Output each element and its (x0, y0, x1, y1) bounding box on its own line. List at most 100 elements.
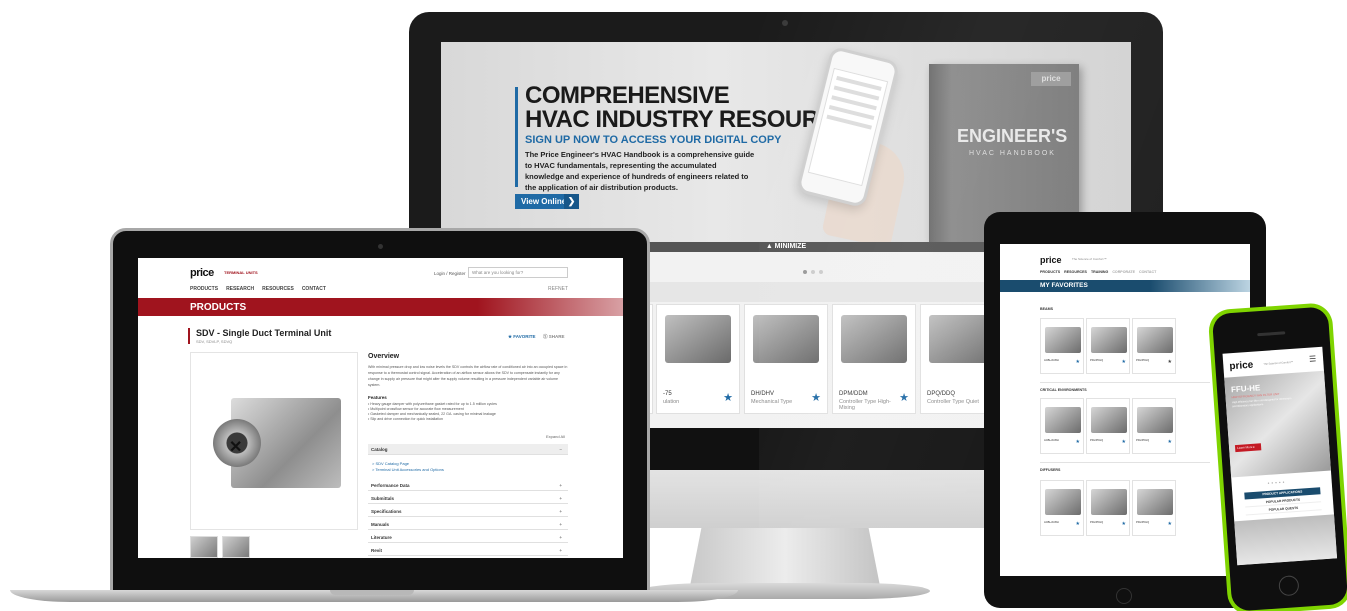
speaker (1257, 331, 1286, 337)
share-button[interactable]: Ⓢ SHARE (543, 334, 565, 340)
card-name: ACBL/ACBH (1044, 359, 1059, 362)
divider (1040, 382, 1210, 383)
home-button[interactable] (1278, 575, 1300, 597)
accordion-label: Submittals (371, 496, 395, 501)
tablet-screen: price The Science of Comfort™ PRODUCTS RE… (1000, 244, 1250, 576)
price-logo[interactable]: price (1040, 255, 1062, 265)
accordion-literature[interactable]: Literature + (368, 532, 568, 543)
catalog-links: > SDV Catalog Page > Terminal Unit Acces… (372, 461, 444, 473)
camera (378, 244, 383, 249)
accordion-manuals[interactable]: Manuals + (368, 519, 568, 530)
product-title: SDV - Single Duct Terminal Unit (196, 328, 332, 338)
product-type: ulation (663, 399, 680, 405)
star-icon[interactable]: ★ (1168, 359, 1172, 365)
star-icon[interactable]: ★ (723, 391, 733, 404)
accordion-specifications[interactable]: Specifications + (368, 506, 568, 517)
card-name: PFH/PFHQ (1136, 359, 1150, 362)
menu-icon[interactable]: ☰ (1309, 354, 1317, 363)
product-thumbnail[interactable] (222, 536, 250, 558)
accordion-catalog[interactable]: Catalog − (368, 444, 568, 455)
logo-tag: The Science of Comfort™ (1072, 257, 1107, 261)
plus-icon: + (559, 522, 562, 527)
nav-resources[interactable]: RESOURCES (1064, 270, 1087, 274)
search-input[interactable]: What are you looking for? (468, 267, 568, 278)
hero-subtitle: SIGN UP NOW TO ACCESS YOUR DIGITAL COPY (525, 134, 782, 146)
nav-contact[interactable]: CONTACT (302, 286, 326, 292)
favorite-card[interactable]: ACBL/ACBH ★ (1040, 318, 1084, 374)
product-card[interactable]: DH/DHV Mechanical Type ★ (744, 304, 828, 414)
accordion-performance[interactable]: Performance Data + (368, 480, 568, 491)
divider (1040, 462, 1210, 463)
star-icon[interactable]: ★ (1122, 439, 1126, 445)
star-icon[interactable]: ★ (1122, 521, 1126, 527)
nav-training[interactable]: TRAINING (1091, 270, 1108, 274)
product-name: DPM/DDM (839, 391, 868, 397)
price-logo[interactable]: price (190, 267, 214, 279)
price-logo[interactable]: price (1229, 360, 1254, 373)
overview-text: With minimal pressure drop and low noise… (368, 365, 568, 387)
star-icon[interactable]: ★ (1122, 359, 1126, 365)
star-icon[interactable]: ★ (899, 391, 909, 404)
accordion-label: Catalog (371, 447, 388, 452)
favorite-card[interactable]: PFH/PFHQ ★ (1086, 398, 1130, 454)
favorite-card[interactable]: ACBL/ACBH ★ (1040, 480, 1084, 536)
card-name: PFH/PFHQ (1090, 359, 1104, 362)
refnet-link[interactable]: REFNET (548, 286, 568, 292)
phone-bottom-image (1234, 514, 1338, 566)
favorite-card[interactable]: PFH/PFHQ ★ (1132, 480, 1176, 536)
carousel-dot[interactable] (803, 270, 807, 274)
nav-products[interactable]: PRODUCTS (1040, 270, 1060, 274)
minus-icon: − (559, 447, 562, 452)
favorite-button[interactable]: ★ FAVORITE (508, 334, 535, 340)
star-icon[interactable]: ★ (1168, 439, 1172, 445)
home-button[interactable] (1116, 588, 1132, 604)
catalog-link[interactable]: > Terminal Unit Accessories and Options (372, 467, 444, 473)
product-image (753, 315, 819, 363)
favorite-card[interactable]: ACBL/ACBH ★ (1040, 398, 1084, 454)
book-subtitle: HVAC HANDBOOK (969, 150, 1056, 157)
carousel-dot[interactable] (811, 270, 815, 274)
plus-icon: + (559, 535, 562, 540)
card-name: PFH/PFHQ (1136, 439, 1150, 442)
favorite-card[interactable]: PFH/PFHQ ★ (1132, 318, 1176, 374)
nav-contact[interactable]: CONTACT (1139, 270, 1156, 274)
star-icon[interactable]: ★ (1076, 439, 1080, 445)
product-name: -75 (663, 391, 672, 397)
accordion-submittals[interactable]: Submittals + (368, 493, 568, 504)
favorite-card[interactable]: PFH/PFHQ ★ (1132, 398, 1176, 454)
star-icon[interactable]: ★ (1076, 359, 1080, 365)
expand-all-link[interactable]: Expand All (546, 434, 565, 439)
view-online-label: View Online (521, 197, 567, 206)
carousel-dots[interactable]: ••••• (1267, 480, 1286, 487)
carousel-dots[interactable] (801, 261, 825, 279)
section-banner (1000, 280, 1250, 292)
banner-title: MY FAVORITES (1040, 282, 1088, 289)
favorite-card[interactable]: PFH/PFHQ ★ (1086, 480, 1130, 536)
star-icon[interactable]: ★ (1168, 521, 1172, 527)
accordion-label: Revit (371, 548, 383, 553)
accordion-label: Manuals (371, 522, 390, 527)
hero-accent-bar (515, 87, 518, 187)
damper-cross: ✕ (229, 439, 243, 456)
login-link[interactable]: Login / Register (434, 271, 466, 276)
card-name: PFH/PFHQ (1090, 521, 1104, 524)
nav-resources[interactable]: RESOURCES (262, 286, 294, 292)
section-critical-environments: CRITICAL ENVIRONMENTS (1040, 388, 1087, 392)
star-icon[interactable]: ★ (1076, 521, 1080, 527)
star-icon[interactable]: ★ (811, 391, 821, 404)
product-card[interactable]: -75 ulation ★ (656, 304, 740, 414)
view-online-button[interactable]: View Online ❯ (515, 194, 579, 209)
card-name: PFH/PFHQ (1136, 521, 1150, 524)
monitor-stand (690, 528, 880, 586)
favorites-row: ACBL/ACBH ★ PFH/PFHQ ★ PFH/PFHQ ★ (1040, 480, 1176, 536)
accordion-revit[interactable]: Revit + (368, 545, 568, 556)
favorite-card[interactable]: PFH/PFHQ ★ (1086, 318, 1130, 374)
card-name: ACBL/ACBH (1044, 521, 1059, 524)
product-card[interactable]: DPM/DDM Controller Type High-Mixing ★ (832, 304, 916, 414)
nav-corporate[interactable]: CORPORATE (1112, 270, 1135, 274)
feature-item: • Slip and drive connection for quick in… (368, 417, 443, 421)
nav-products[interactable]: PRODUCTS (190, 286, 218, 292)
nav-research[interactable]: RESEARCH (226, 286, 254, 292)
carousel-dot[interactable] (819, 270, 823, 274)
product-thumbnail[interactable] (190, 536, 218, 558)
